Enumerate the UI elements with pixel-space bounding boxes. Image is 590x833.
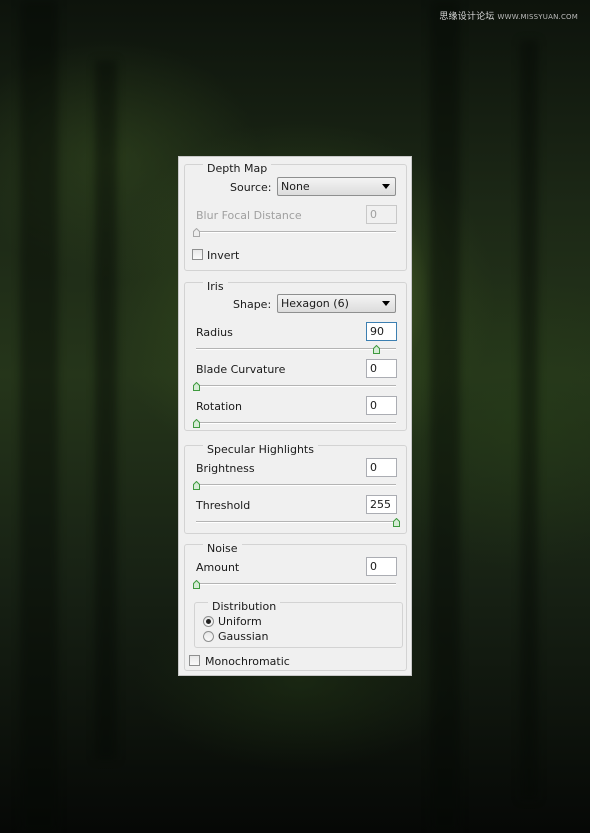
blade-curvature-input[interactable]: 0 [366, 359, 397, 378]
uniform-radio[interactable] [203, 616, 214, 627]
source-label: Source: [230, 181, 272, 194]
distribution-legend: Distribution [208, 601, 281, 613]
chevron-down-icon [382, 301, 390, 306]
threshold-slider[interactable] [196, 521, 396, 523]
iris-group: Iris Shape: Hexagon (6) Radius 90 Blade … [184, 281, 407, 431]
blade-curvature-slider-thumb[interactable] [192, 382, 200, 391]
radius-slider[interactable] [196, 348, 396, 350]
radio-selected-dot [206, 619, 211, 624]
blur-focal-distance-slider-thumb[interactable] [192, 228, 200, 237]
amount-input[interactable]: 0 [366, 557, 397, 576]
blade-curvature-label: Blade Curvature [196, 363, 286, 376]
threshold-input[interactable]: 255 [366, 495, 397, 514]
amount-slider[interactable] [196, 583, 396, 585]
noise-legend: Noise [203, 543, 242, 555]
threshold-label: Threshold [196, 499, 251, 512]
brightness-slider-thumb[interactable] [192, 481, 200, 490]
uniform-label: Uniform [218, 615, 262, 628]
blur-focal-distance-slider[interactable] [196, 231, 396, 233]
brightness-label: Brightness [196, 462, 255, 475]
brightness-slider[interactable] [196, 484, 396, 486]
watermark: 思缘设计论坛 WWW.MISSYUAN.COM [439, 9, 578, 22]
background-trunk [430, 0, 460, 833]
radius-slider-thumb[interactable] [372, 345, 380, 354]
source-select-value: None [281, 180, 310, 193]
shape-select[interactable]: Hexagon (6) [277, 294, 396, 313]
background-trunk [95, 60, 117, 760]
depth-map-legend: Depth Map [203, 163, 272, 175]
invert-checkbox[interactable] [192, 249, 203, 260]
rotation-slider-thumb[interactable] [192, 419, 200, 428]
blur-focal-distance-label: Blur Focal Distance [196, 209, 302, 222]
specular-highlights-legend: Specular Highlights [203, 444, 318, 456]
brightness-input[interactable]: 0 [366, 458, 397, 477]
watermark-text: 思缘设计论坛 [439, 12, 495, 22]
iris-legend: Iris [203, 281, 228, 293]
rotation-input[interactable]: 0 [366, 396, 397, 415]
blade-curvature-slider[interactable] [196, 385, 396, 387]
amount-label: Amount [196, 561, 240, 574]
shape-label: Shape: [233, 298, 272, 311]
background-trunk [520, 40, 538, 800]
monochromatic-label: Monochromatic [205, 655, 290, 668]
specular-highlights-group: Specular Highlights Brightness 0 Thresho… [184, 444, 407, 534]
chevron-down-icon [382, 184, 390, 189]
blur-focal-distance-input[interactable]: 0 [366, 205, 397, 224]
shape-select-value: Hexagon (6) [281, 297, 349, 310]
background-trunk [20, 0, 58, 833]
rotation-slider[interactable] [196, 422, 396, 424]
distribution-group: Distribution Uniform Gaussian [194, 601, 403, 648]
watermark-url: WWW.MISSYUAN.COM [497, 13, 578, 21]
lens-blur-panel: Depth Map Source: None Blur Focal Distan… [178, 156, 412, 676]
source-select[interactable]: None [277, 177, 396, 196]
depth-map-group: Depth Map Source: None Blur Focal Distan… [184, 163, 407, 271]
rotation-label: Rotation [196, 400, 243, 413]
gaussian-radio[interactable] [203, 631, 214, 642]
noise-group: Noise Amount 0 Distribution Uniform Gaus… [184, 543, 407, 671]
monochromatic-checkbox[interactable] [189, 655, 200, 666]
threshold-slider-thumb[interactable] [392, 518, 400, 527]
gaussian-label: Gaussian [218, 630, 269, 643]
amount-slider-thumb[interactable] [192, 580, 200, 589]
radius-label: Radius [196, 326, 233, 339]
radius-input[interactable]: 90 [366, 322, 397, 341]
invert-label: Invert [207, 249, 240, 262]
